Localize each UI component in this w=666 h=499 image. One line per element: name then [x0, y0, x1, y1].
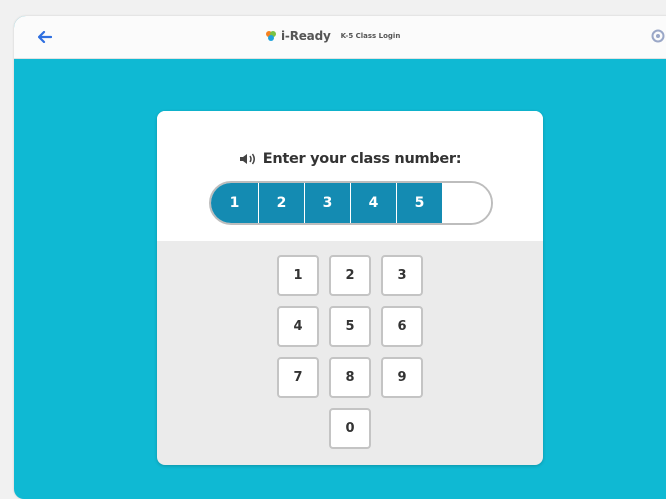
keypad-key-2[interactable]: 2	[329, 255, 371, 296]
class-number-display: 1 2 3 4 5	[209, 181, 493, 225]
arrow-left-icon	[38, 31, 52, 43]
brand-subtitle: K-5 Class Login	[340, 32, 401, 40]
speaker-icon	[239, 153, 255, 165]
iready-logo-icon	[266, 31, 276, 41]
keypad-key-6[interactable]: 6	[381, 306, 423, 347]
keypad-key-5[interactable]: 5	[329, 306, 371, 347]
card-top-section: Enter your class number: 1 2 3 4 5	[157, 111, 543, 241]
entered-digit: 3	[305, 183, 351, 223]
speaker-button[interactable]	[239, 152, 257, 166]
brand-name: i-Ready	[281, 29, 331, 43]
keypad-key-8[interactable]: 8	[329, 357, 371, 398]
settings-button[interactable]	[650, 28, 666, 44]
brand: i-Ready K-5 Class Login	[265, 29, 400, 43]
entered-digit: 4	[351, 183, 397, 223]
keypad-key-0[interactable]: 0	[329, 408, 371, 449]
gear-icon	[651, 29, 665, 43]
back-button[interactable]	[34, 28, 56, 46]
keypad-key-4[interactable]: 4	[277, 306, 319, 347]
keypad-key-7[interactable]: 7	[277, 357, 319, 398]
entered-digit: 2	[259, 183, 305, 223]
top-bar: i-Ready K-5 Class Login	[14, 16, 666, 59]
entered-digit: 1	[211, 183, 259, 223]
class-number-prompt: Enter your class number:	[157, 151, 543, 167]
keypad-key-3[interactable]: 3	[381, 255, 423, 296]
keypad-key-1[interactable]: 1	[277, 255, 319, 296]
entered-digit: 5	[397, 183, 443, 223]
prompt-text: Enter your class number:	[262, 151, 462, 167]
empty-digit-slot	[443, 183, 491, 223]
app-window: i-Ready K-5 Class Login Enter your class	[14, 16, 666, 499]
login-card: Enter your class number: 1 2 3 4 5 1 2 3…	[157, 111, 543, 465]
keypad-key-9[interactable]: 9	[381, 357, 423, 398]
